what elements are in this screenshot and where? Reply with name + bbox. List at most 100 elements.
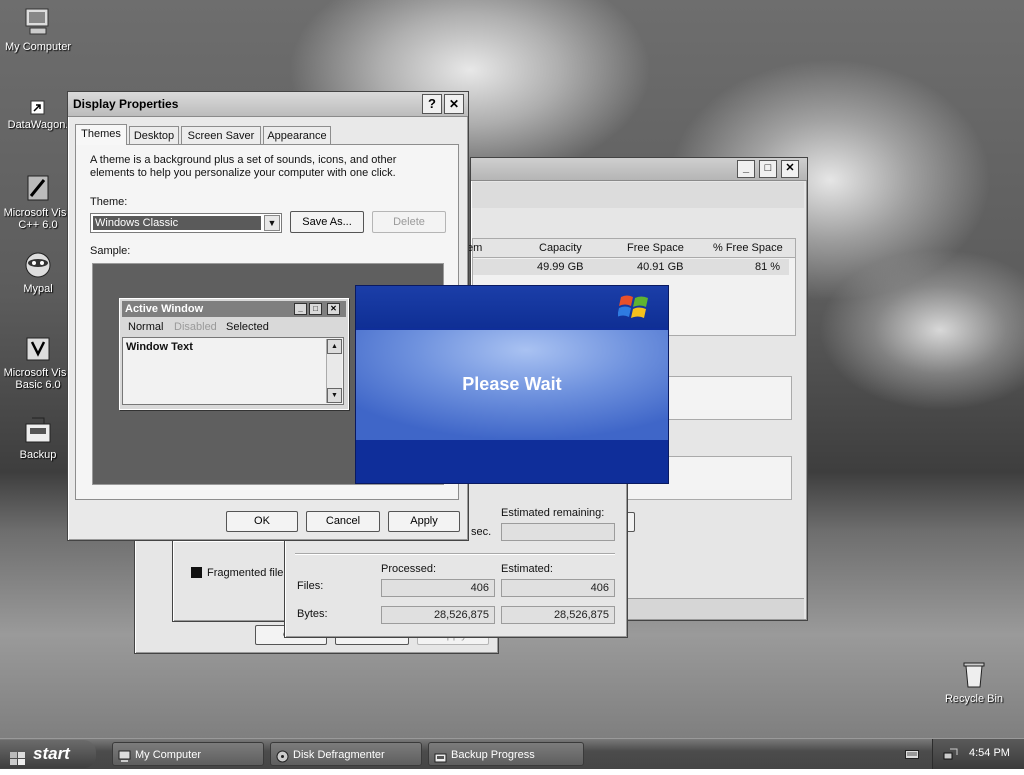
files-processed-field: 406	[381, 579, 495, 597]
windows-flag-icon	[10, 747, 26, 765]
sample-active-window: Active Window _ □ ✕ Normal Disabled Sele…	[119, 298, 349, 410]
mypal-icon	[22, 248, 54, 280]
capacity-value: 49.99 GB	[537, 261, 584, 273]
sample-menu-selected: Selected	[226, 321, 269, 333]
tab-screen-saver[interactable]: Screen Saver	[181, 126, 261, 144]
desktop-icon-label: Mypal	[23, 283, 53, 295]
sec-label: sec.	[471, 526, 492, 538]
desktop-icon-label: My Computer	[4, 41, 72, 53]
help-button[interactable]: ?	[422, 94, 442, 114]
separator	[295, 553, 615, 555]
sample-menubar: Normal Disabled Selected	[122, 319, 346, 335]
desktop-icon-label: Recycle Bin	[944, 693, 1004, 705]
volume-list-header: em Capacity Free Space % Free Space	[467, 239, 795, 258]
col-header-name[interactable]: em	[467, 242, 482, 254]
help-icon: ?	[428, 96, 436, 111]
desktop-icon-mypal[interactable]: Mypal	[0, 248, 76, 295]
sample-menu-disabled: Disabled	[174, 321, 217, 333]
desktop-icon-backup[interactable]: Backup	[0, 414, 76, 461]
desktop: My Computer DataWagon. Microsoft Visu C+…	[0, 0, 1024, 738]
cancel-button[interactable]: Cancel	[306, 511, 380, 532]
col-header-free-space[interactable]: Free Space	[627, 242, 684, 254]
sample-menu-normal: Normal	[128, 321, 164, 333]
scroll-down-icon[interactable]: ▼	[327, 388, 342, 403]
disk-defragmenter-icon	[276, 748, 289, 763]
ok-button[interactable]: OK	[226, 511, 298, 532]
system-tray: 4:54 PM	[932, 739, 1024, 769]
bytes-processed-field: 28,526,875	[381, 606, 495, 624]
close-icon: ✕	[327, 303, 340, 315]
theme-select[interactable]: Windows Classic ▼	[90, 213, 282, 233]
network-icon[interactable]	[943, 747, 959, 761]
desktop-icon-visual-basic[interactable]: Microsoft Visu Basic 6.0	[0, 332, 76, 391]
please-wait-dialog: Please Wait	[355, 285, 669, 484]
bytes-estimated-field: 28,526,875	[501, 606, 615, 624]
backup-icon	[22, 414, 54, 446]
estimated-label: Estimated:	[501, 563, 553, 575]
chevron-down-icon[interactable]: ▼	[264, 215, 280, 231]
tab-appearance[interactable]: Appearance	[263, 126, 331, 144]
task-label: My Computer	[135, 749, 202, 761]
tab-themes[interactable]: Themes	[75, 124, 127, 145]
please-wait-footer	[356, 442, 668, 483]
please-wait-body: Please Wait	[356, 330, 668, 440]
windows-logo-icon	[617, 292, 652, 322]
desktop-icon-label: DataWagon.	[7, 119, 69, 131]
pct-free-value: 81 %	[755, 261, 781, 273]
window-title: Display Properties	[73, 97, 179, 111]
minimize-icon: _	[294, 303, 307, 315]
minimize-button[interactable]: _	[737, 160, 755, 178]
recycle-bin-icon	[958, 658, 990, 690]
task-backup-progress[interactable]: Backup Progress	[428, 742, 584, 766]
taskbar: start My Computer Disk Defragmenter Back…	[0, 738, 1024, 769]
desktop-icon-datawagon[interactable]: DataWagon.	[0, 100, 76, 131]
theme-label: Theme:	[90, 196, 128, 208]
start-label: start	[33, 744, 70, 763]
task-disk-defragmenter[interactable]: Disk Defragmenter	[270, 742, 422, 766]
apply-button[interactable]: Apply	[388, 511, 460, 532]
estimated-remaining-label: Estimated remaining:	[501, 507, 605, 519]
delete-button[interactable]: Delete	[372, 211, 446, 233]
clock[interactable]: 4:54 PM	[969, 747, 1010, 759]
col-header-capacity[interactable]: Capacity	[539, 242, 582, 254]
close-button[interactable]: ✕	[781, 160, 799, 178]
please-wait-header	[356, 286, 668, 328]
close-button[interactable]: ✕	[444, 94, 464, 114]
tab-strip: Themes Desktop Screen Saver Appearance	[75, 124, 459, 146]
sample-window-text: Window Text	[126, 341, 193, 353]
desktop-icon-label: Microsoft Visu C++ 6.0	[3, 207, 73, 231]
desktop-icon-recycle-bin[interactable]: Recycle Bin	[936, 658, 1012, 705]
desktop-icon-label: Microsoft Visu Basic 6.0	[3, 367, 73, 391]
backup-icon	[434, 748, 447, 763]
disk-menubar	[472, 182, 804, 208]
shortcut-icon	[30, 100, 46, 116]
fragmented-legend-swatch	[191, 567, 202, 578]
task-my-computer[interactable]: My Computer	[112, 742, 264, 766]
desktop-icon-visual-cpp[interactable]: Microsoft Visu C++ 6.0	[0, 172, 76, 231]
disk-titlebar[interactable]: _ □ ✕	[471, 158, 807, 181]
bytes-label: Bytes:	[297, 608, 328, 620]
scrollbar[interactable]: ▲ ▼	[326, 339, 342, 403]
maximize-button[interactable]: □	[759, 160, 777, 178]
task-label: Disk Defragmenter	[293, 749, 385, 761]
themes-description: A theme is a background plus a set of so…	[90, 154, 397, 179]
close-icon: ✕	[448, 97, 460, 111]
sample-client-area: Window Text ▲ ▼	[122, 337, 344, 405]
estimated-remaining-field	[501, 523, 615, 541]
col-header-pct-free[interactable]: % Free Space	[713, 242, 783, 254]
processed-label: Processed:	[381, 563, 437, 575]
desktop-icon-my-computer[interactable]: My Computer	[0, 6, 76, 53]
table-row[interactable]: 49.99 GB 40.91 GB 81 %	[473, 259, 789, 275]
sample-title: Active Window	[125, 303, 204, 315]
tab-desktop[interactable]: Desktop	[129, 126, 179, 144]
save-as-button[interactable]: Save As...	[290, 211, 364, 233]
start-button[interactable]: start	[0, 740, 96, 768]
scroll-up-icon[interactable]: ▲	[327, 339, 342, 354]
display-properties-titlebar[interactable]: Display Properties ? ✕	[68, 92, 468, 117]
sample-titlebar: Active Window _ □ ✕	[122, 301, 346, 317]
visual-cpp-icon	[22, 172, 54, 204]
keyboard-icon[interactable]	[905, 748, 919, 760]
files-label: Files:	[297, 580, 324, 592]
my-computer-icon	[118, 748, 131, 762]
files-estimated-field: 406	[501, 579, 615, 597]
